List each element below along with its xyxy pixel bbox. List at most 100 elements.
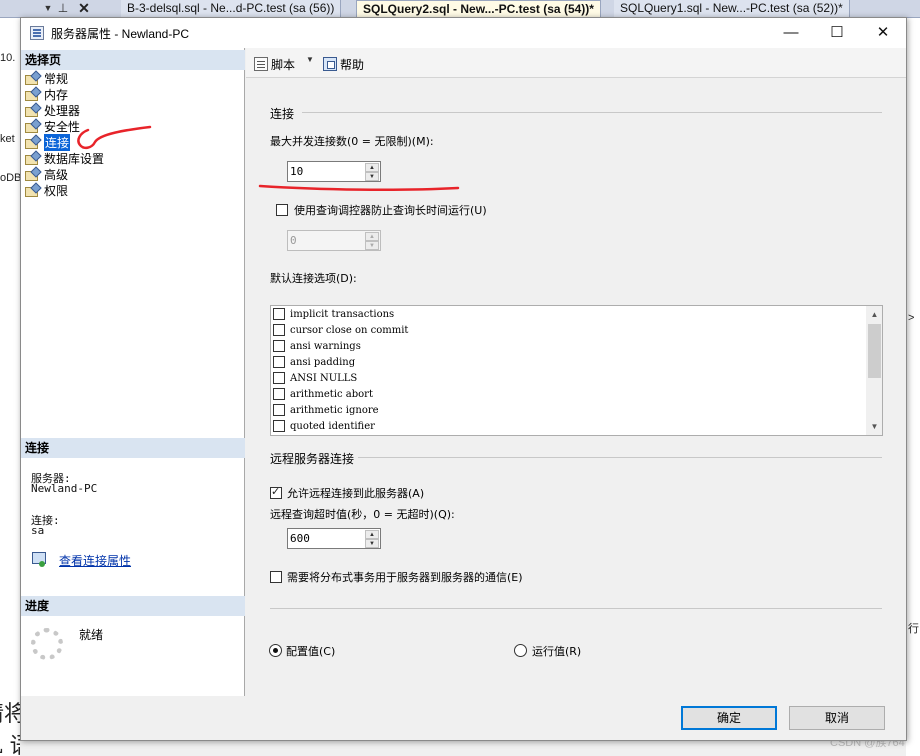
editor-tab-query2[interactable]: SQLQuery2.sql - New...-PC.test (sa (54))…	[356, 0, 601, 18]
nav-item-label: 数据库设置	[44, 151, 105, 166]
left-pane: 选择页 常规 内存 处理器 安全性 连接 数据库设置 高级 权限 连接 服务器:…	[21, 48, 245, 696]
view-connection-properties-link[interactable]: 查看连接属性	[59, 552, 131, 569]
progress-header: 进度	[21, 596, 245, 616]
server-properties-icon	[30, 26, 44, 40]
page-icon	[24, 72, 40, 85]
help-label: 帮助	[340, 57, 365, 72]
query-governor-stepper: 0 ▲ ▼	[287, 230, 381, 251]
spin-down-icon[interactable]: ▼	[365, 172, 379, 181]
remote-timeout-stepper[interactable]: 600 ▲ ▼	[287, 528, 381, 549]
doc-text-fragment: 请将	[0, 702, 20, 727]
right-pane: 脚本 ▼ 帮助 连接 最大并发连接数(0 = 无限制)(M): 10 ▲ ▼ 使…	[246, 48, 906, 696]
query-governor-checkbox[interactable]	[276, 204, 288, 216]
options-scrollbar[interactable]: ▲ ▼	[866, 306, 882, 435]
ide-right-edge	[906, 18, 920, 756]
close-button[interactable]: ✕	[860, 18, 906, 48]
option-checkbox[interactable]	[273, 388, 285, 400]
ide-text-fragment: 行	[908, 623, 919, 635]
list-item[interactable]: arithmetic abort	[273, 386, 373, 402]
dialog-title: 服务器属性 - Newland-PC	[51, 27, 190, 41]
editor-tab-query1[interactable]: SQLQuery1.sql - New...-PC.test (sa (52))…	[614, 0, 850, 18]
spin-down-icon[interactable]: ▼	[365, 539, 379, 548]
option-checkbox[interactable]	[273, 340, 285, 352]
option-checkbox[interactable]	[273, 356, 285, 368]
allow-remote-label: 允许远程连接到此服务器(A)	[287, 487, 425, 500]
ok-button[interactable]: 确定	[681, 706, 777, 730]
nav-item-label: 连接	[44, 133, 71, 151]
page-icon	[24, 120, 40, 133]
list-item[interactable]: cursor close on commit	[273, 322, 408, 338]
config-value-radio[interactable]	[269, 644, 282, 657]
doc-text-fragment: L 语句和执行结果。↩	[0, 728, 20, 756]
explorer-text-fragment: 10.	[0, 52, 16, 64]
help-icon	[323, 57, 337, 71]
max-connections-value: 10	[290, 165, 304, 178]
nav-item-memory[interactable]: 内存	[24, 86, 68, 102]
spin-up-icon[interactable]: ▲	[365, 163, 379, 172]
list-item[interactable]: implicit transactions	[273, 306, 394, 322]
connection-value: sa	[31, 524, 45, 537]
server-value: Newland-PC	[31, 482, 98, 495]
select-page-header: 选择页	[21, 50, 245, 70]
nav-item-connections[interactable]: 连接	[24, 133, 71, 151]
option-label: ansi padding	[290, 356, 356, 368]
max-connections-stepper[interactable]: 10 ▲ ▼	[287, 161, 381, 182]
ide-text-fragment: >	[908, 312, 915, 324]
spin-up-icon[interactable]: ▲	[365, 530, 379, 539]
nav-item-general[interactable]: 常规	[24, 70, 68, 86]
page-icon	[24, 104, 40, 117]
title-bar[interactable]: 服务器属性 - Newland-PC — ☐ ✕	[21, 18, 906, 48]
option-checkbox[interactable]	[273, 420, 285, 432]
nav-item-security[interactable]: 安全性	[24, 118, 80, 134]
dropdown-arrow-icon[interactable]: ▼	[42, 0, 54, 16]
cancel-button[interactable]: 取消	[789, 706, 885, 730]
allow-remote-checkbox[interactable]	[270, 485, 282, 499]
nav-item-database-settings[interactable]: 数据库设置	[24, 150, 104, 166]
minimize-button[interactable]: —	[768, 18, 814, 48]
nav-item-label: 安全性	[44, 119, 81, 134]
option-checkbox[interactable]	[273, 324, 285, 336]
nav-item-advanced[interactable]: 高级	[24, 166, 68, 182]
nav-item-label: 处理器	[44, 103, 81, 118]
page-icon	[24, 152, 40, 165]
remote-timeout-value: 600	[290, 532, 310, 545]
max-connections-label: 最大并发连接数(0 = 无限制)(M):	[270, 135, 434, 148]
list-item[interactable]: ansi padding	[273, 354, 355, 370]
nav-item-label: 权限	[44, 183, 69, 198]
list-item[interactable]: quoted identifier	[273, 418, 375, 434]
toolbar: 脚本 ▼ 帮助	[246, 48, 906, 78]
running-value-radio[interactable]	[514, 644, 527, 657]
script-button[interactable]: 脚本	[254, 56, 295, 72]
nav-item-permissions[interactable]: 权限	[24, 182, 68, 198]
option-checkbox[interactable]	[273, 308, 285, 320]
help-button[interactable]: 帮助	[323, 56, 364, 72]
remote-group-label: 远程服务器连接	[270, 452, 355, 466]
option-checkbox[interactable]	[273, 404, 285, 416]
scroll-down-icon[interactable]: ▼	[866, 418, 882, 435]
option-label: quoted identifier	[290, 420, 375, 432]
editor-tab-delsql[interactable]: B-3-delsql.sql - Ne...d-PC.test (sa (56)…	[121, 0, 342, 18]
explorer-text-fragment: ket	[0, 133, 15, 145]
option-checkbox[interactable]	[273, 372, 285, 384]
progress-spinner-icon	[31, 628, 63, 660]
group-divider	[270, 608, 882, 609]
nav-item-label: 内存	[44, 87, 69, 102]
maximize-button[interactable]: ☐	[814, 18, 860, 48]
list-item[interactable]: ANSI NULLS	[273, 370, 357, 386]
scrollbar-thumb[interactable]	[868, 324, 881, 378]
close-icon[interactable]: ✕	[77, 0, 91, 16]
list-item[interactable]: ansi warnings	[273, 338, 361, 354]
default-options-list[interactable]: implicit transactions cursor close on co…	[270, 305, 883, 436]
config-value-label: 配置值(C)	[286, 645, 336, 658]
pin-icon[interactable]: ⊥	[56, 0, 70, 16]
option-label: ANSI NULLS	[290, 372, 358, 384]
page-icon	[24, 184, 40, 197]
list-item[interactable]: arithmetic ignore	[273, 402, 379, 418]
nav-item-processors[interactable]: 处理器	[24, 102, 80, 118]
scroll-up-icon[interactable]: ▲	[866, 306, 882, 323]
spin-down-icon: ▼	[365, 241, 379, 250]
script-dropdown-icon[interactable]: ▼	[306, 55, 314, 64]
group-divider	[302, 112, 882, 113]
distributed-tx-checkbox[interactable]	[270, 571, 282, 583]
ide-object-explorer: 10. ket oDB	[0, 18, 21, 756]
